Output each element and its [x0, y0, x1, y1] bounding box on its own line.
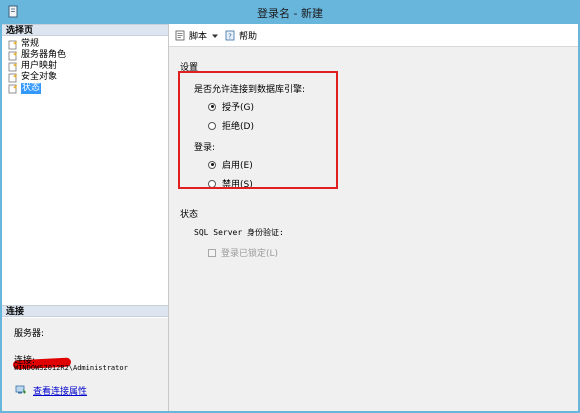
highlight-annotation	[178, 71, 338, 189]
connection-properties-icon	[15, 385, 26, 394]
view-connection-properties-link[interactable]: 查看连接属性	[33, 384, 87, 397]
help-icon: ?	[225, 30, 235, 41]
window-title: 登录名 - 新建	[257, 7, 323, 20]
server-label: 服务器:	[14, 329, 45, 339]
connection-header: 连接	[2, 305, 168, 317]
help-label: 帮助	[239, 32, 258, 42]
page-icon	[8, 62, 17, 71]
select-page-header: 选择页	[2, 24, 168, 36]
page-icon	[8, 84, 17, 93]
connection-panel: 服务器: 连接: WINDOWS2012R2\Administrator 查看连…	[2, 318, 168, 411]
nav-item-label: 服务器角色	[21, 50, 67, 60]
nav-item-server-roles[interactable]: 服务器角色	[8, 50, 66, 61]
left-pane: 选择页 常规 服务器角色 用户映射 安全对象 状态 连接 服务器: 连接: WI…	[2, 24, 169, 411]
login-locked-option: 登录已锁定(L)	[208, 246, 278, 259]
nav-item-status[interactable]: 状态	[8, 83, 66, 94]
toolbar: 脚本 ? 帮助	[169, 24, 578, 47]
nav-item-label: 状态	[21, 83, 42, 94]
page-icon	[8, 73, 17, 82]
script-button[interactable]: 脚本	[175, 29, 219, 42]
sql-auth-label: SQL Server 身份验证:	[194, 228, 284, 237]
title-bar: 登录名 - 新建	[0, 0, 580, 24]
help-button[interactable]: ? 帮助	[225, 29, 257, 42]
nav-item-label: 常规	[21, 39, 40, 49]
status-group-title: 状态	[180, 210, 199, 220]
nav-item-label: 用户映射	[21, 61, 58, 71]
page-icon	[8, 51, 17, 60]
nav-item-label: 安全对象	[21, 72, 58, 82]
page-list: 常规 服务器角色 用户映射 安全对象 状态	[8, 39, 66, 94]
chevron-down-icon[interactable]	[212, 33, 219, 39]
connection-value: WINDOWS2012R2\Administrator	[14, 364, 128, 372]
nav-item-securables[interactable]: 安全对象	[8, 72, 66, 83]
script-label: 脚本	[189, 32, 208, 42]
login-locked-checkbox	[208, 248, 216, 257]
script-icon	[175, 30, 185, 41]
nav-item-user-mapping[interactable]: 用户映射	[8, 61, 66, 72]
svg-text:?: ?	[228, 33, 232, 41]
login-locked-label: 登录已锁定(L)	[221, 249, 279, 259]
nav-item-general[interactable]: 常规	[8, 39, 66, 50]
page-icon	[8, 40, 17, 49]
